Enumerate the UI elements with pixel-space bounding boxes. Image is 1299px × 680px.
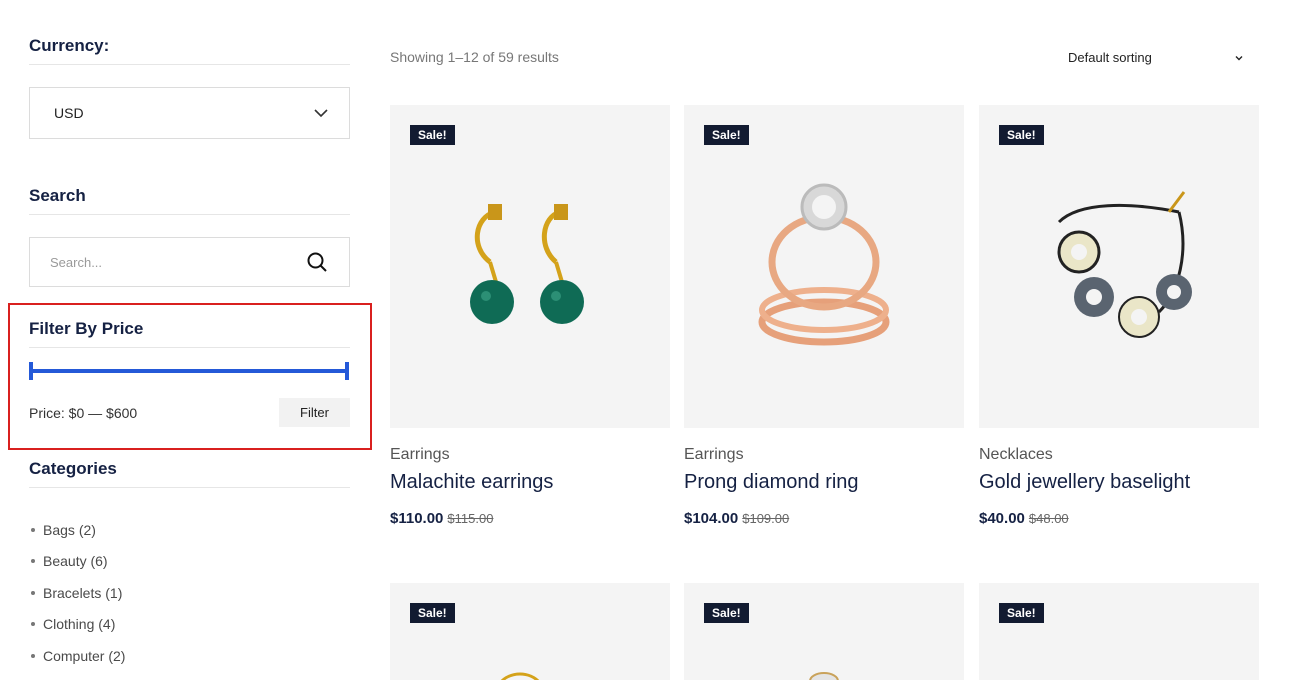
product-name[interactable]: Gold jewellery baselight <box>979 471 1190 494</box>
earring-hook-image-icon <box>500 672 540 680</box>
product-card: Sale! Earrings Malachite earrings $110.0… <box>390 105 670 527</box>
filter-widget-highlight <box>8 303 372 450</box>
sale-badge: Sale! <box>410 125 455 145</box>
category-item-beauty[interactable]: Beauty (6) <box>29 546 125 578</box>
currency-widget-title: Currency: <box>29 36 350 65</box>
categories-list: Bags (2) Beauty (6) Bracelets (1) Clothi… <box>29 514 125 672</box>
category-item-bags[interactable]: Bags (2) <box>29 514 125 546</box>
product-card: Sale! <box>390 583 670 680</box>
product-name[interactable]: Malachite earrings <box>390 471 553 494</box>
product-image[interactable]: Sale! <box>979 105 1259 428</box>
sale-badge: Sale! <box>704 125 749 145</box>
product-image[interactable]: Sale! <box>390 583 670 680</box>
ring-top-image-icon <box>809 672 839 680</box>
bullet-icon <box>31 653 35 658</box>
bullet-icon <box>31 622 35 627</box>
results-count: Showing 1–12 of 59 results <box>390 49 559 65</box>
category-count: (4) <box>98 616 116 633</box>
search-widget-title: Search <box>29 186 350 215</box>
categories-title: Categories <box>29 459 350 488</box>
bracelet-image-icon <box>1057 190 1192 338</box>
product-old-price: $48.00 <box>1028 511 1069 526</box>
ring-image-icon <box>758 183 890 345</box>
category-label: Bags <box>43 521 75 538</box>
product-price-block: $110.00 $115.00 <box>390 510 493 527</box>
product-price: $110.00 <box>390 510 444 527</box>
product-card: Sale! <box>979 583 1259 680</box>
product-image[interactable]: Sale! <box>684 105 964 428</box>
bullet-icon <box>31 559 35 564</box>
search-input[interactable] <box>50 254 280 270</box>
sale-badge: Sale! <box>999 125 1044 145</box>
bullet-icon <box>31 590 35 595</box>
currency-select[interactable]: USD <box>29 87 350 139</box>
category-count: (2) <box>108 647 126 664</box>
product-image[interactable]: Sale! <box>684 583 964 680</box>
product-category[interactable]: Earrings <box>390 446 450 464</box>
search-box <box>29 237 350 287</box>
currency-selected-value: USD <box>54 105 84 121</box>
product-price-block: $104.00 $109.00 <box>684 510 789 527</box>
sorting-select[interactable]: Default sorting <box>1068 50 1244 65</box>
product-category[interactable]: Necklaces <box>979 446 1053 464</box>
product-price: $104.00 <box>684 510 739 527</box>
chevron-down-icon <box>1235 55 1243 60</box>
product-category[interactable]: Earrings <box>684 446 744 464</box>
category-item-bracelets[interactable]: Bracelets (1) <box>29 577 125 609</box>
category-item-computer[interactable]: Computer (2) <box>29 640 125 672</box>
sale-badge: Sale! <box>410 603 455 623</box>
bullet-icon <box>31 527 35 532</box>
category-count: (2) <box>78 521 96 538</box>
search-icon[interactable] <box>307 252 327 272</box>
product-old-price: $109.00 <box>742 511 790 526</box>
product-image[interactable]: Sale! <box>979 583 1259 680</box>
sorting-selected-value: Default sorting <box>1068 50 1152 65</box>
earrings-image-icon <box>470 203 584 324</box>
category-label: Bracelets <box>43 584 102 601</box>
category-label: Clothing <box>43 616 95 633</box>
product-old-price: $115.00 <box>447 511 494 526</box>
category-label: Computer <box>43 647 105 664</box>
category-label: Beauty <box>43 553 87 570</box>
product-name[interactable]: Prong diamond ring <box>684 471 859 494</box>
sale-badge: Sale! <box>999 603 1044 623</box>
product-card: Sale! Necklaces Gold jewellery baselight… <box>979 105 1259 527</box>
product-price-block: $40.00 $48.00 <box>979 510 1069 527</box>
product-card: Sale! Earrings Prong diamond ring $104.0… <box>684 105 964 527</box>
category-item-clothing[interactable]: Clothing (4) <box>29 609 125 641</box>
product-card: Sale! <box>684 583 964 680</box>
sale-badge: Sale! <box>704 603 749 623</box>
chevron-down-icon <box>314 109 328 118</box>
product-price: $40.00 <box>979 510 1025 527</box>
category-count: (6) <box>90 553 108 570</box>
category-count: (1) <box>105 584 123 601</box>
product-image[interactable]: Sale! <box>390 105 670 428</box>
